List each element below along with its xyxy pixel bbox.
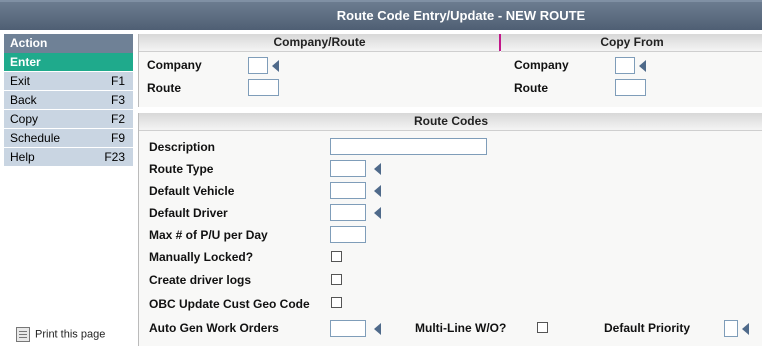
default-priority-label: Default Priority	[604, 321, 691, 335]
sidebar-item-key: F1	[110, 74, 125, 88]
multi-line-checkbox[interactable]	[537, 322, 548, 333]
default-priority-input[interactable]	[724, 320, 738, 337]
copy-company-input[interactable]	[615, 57, 635, 74]
default-driver-lookup-arrow-icon[interactable]	[374, 207, 381, 219]
default-vehicle-label: Default Vehicle	[149, 184, 235, 198]
sidebar-item-key: F9	[110, 131, 125, 145]
company-route-panel: Company/Route Copy From Company Route Co…	[138, 34, 762, 107]
sidebar-item-key: F3	[110, 93, 125, 107]
sidebar-item-label: Enter	[10, 55, 41, 69]
copy-route-input[interactable]	[615, 79, 646, 96]
copy-company-lookup-arrow-icon[interactable]	[639, 60, 646, 72]
company-input[interactable]	[248, 57, 268, 74]
default-vehicle-input[interactable]	[330, 182, 366, 199]
sidebar-item-label: Schedule	[10, 131, 61, 145]
sidebar-item-label: Exit	[10, 74, 31, 88]
sidebar-item-label: Copy	[10, 112, 39, 126]
sidebar-item-key: F2	[110, 112, 125, 126]
sidebar-item-label: Back	[10, 93, 37, 107]
sidebar-item-back[interactable]: Back F3	[4, 91, 133, 110]
company-lookup-arrow-icon[interactable]	[272, 60, 279, 72]
route-codes-header: Route Codes	[139, 113, 762, 131]
route-type-lookup-arrow-icon[interactable]	[374, 163, 381, 175]
copy-from-header: Copy From	[501, 34, 762, 52]
default-vehicle-lookup-arrow-icon[interactable]	[374, 185, 381, 197]
sidebar-item-copy[interactable]: Copy F2	[4, 110, 133, 129]
default-priority-lookup-arrow-icon[interactable]	[742, 323, 749, 335]
company-label: Company	[147, 58, 202, 72]
window-title: Route Code Entry/Update - NEW ROUTE	[336, 8, 586, 23]
route-type-label: Route Type	[149, 162, 214, 176]
print-label: Print this page	[35, 328, 106, 341]
route-label: Route	[147, 81, 181, 95]
obc-update-checkbox[interactable]	[331, 297, 342, 308]
default-driver-label: Default Driver	[149, 206, 228, 220]
title-bar: Route Code Entry/Update - NEW ROUTE	[0, 0, 762, 30]
default-driver-input[interactable]	[330, 204, 366, 221]
auto-gen-label: Auto Gen Work Orders	[149, 321, 279, 335]
description-input[interactable]	[330, 138, 487, 155]
route-input[interactable]	[248, 79, 279, 96]
create-driver-logs-checkbox[interactable]	[331, 274, 342, 285]
company-route-header: Company/Route	[139, 34, 500, 52]
sidebar-header: Action	[4, 34, 133, 53]
max-pu-label: Max # of P/U per Day	[149, 228, 268, 242]
obc-update-label: OBC Update Cust Geo Code	[149, 297, 310, 311]
sidebar-item-help[interactable]: Help F23	[4, 148, 133, 167]
printer-icon	[16, 327, 30, 342]
auto-gen-lookup-arrow-icon[interactable]	[374, 323, 381, 335]
print-page-link[interactable]: Print this page	[16, 327, 105, 342]
manually-locked-label: Manually Locked?	[149, 250, 254, 264]
manually-locked-checkbox[interactable]	[331, 251, 342, 262]
sidebar-item-exit[interactable]: Exit F1	[4, 72, 133, 91]
sidebar-item-label: Help	[10, 150, 35, 164]
route-codes-panel: Route Codes Description Route Type Defau…	[138, 113, 762, 346]
action-sidebar: Action Enter Exit F1 Back F3 Copy F2 Sch…	[4, 34, 133, 167]
copy-company-label: Company	[514, 58, 569, 72]
copy-route-label: Route	[514, 81, 548, 95]
create-driver-logs-label: Create driver logs	[149, 273, 252, 287]
sidebar-item-key: F23	[104, 150, 125, 164]
sidebar-item-schedule[interactable]: Schedule F9	[4, 129, 133, 148]
sidebar-item-enter[interactable]: Enter	[4, 53, 133, 72]
multi-line-label: Multi-Line W/O?	[415, 321, 507, 335]
description-label: Description	[149, 140, 216, 154]
route-type-input[interactable]	[330, 160, 366, 177]
auto-gen-input[interactable]	[330, 320, 366, 337]
max-pu-input[interactable]	[330, 226, 366, 243]
